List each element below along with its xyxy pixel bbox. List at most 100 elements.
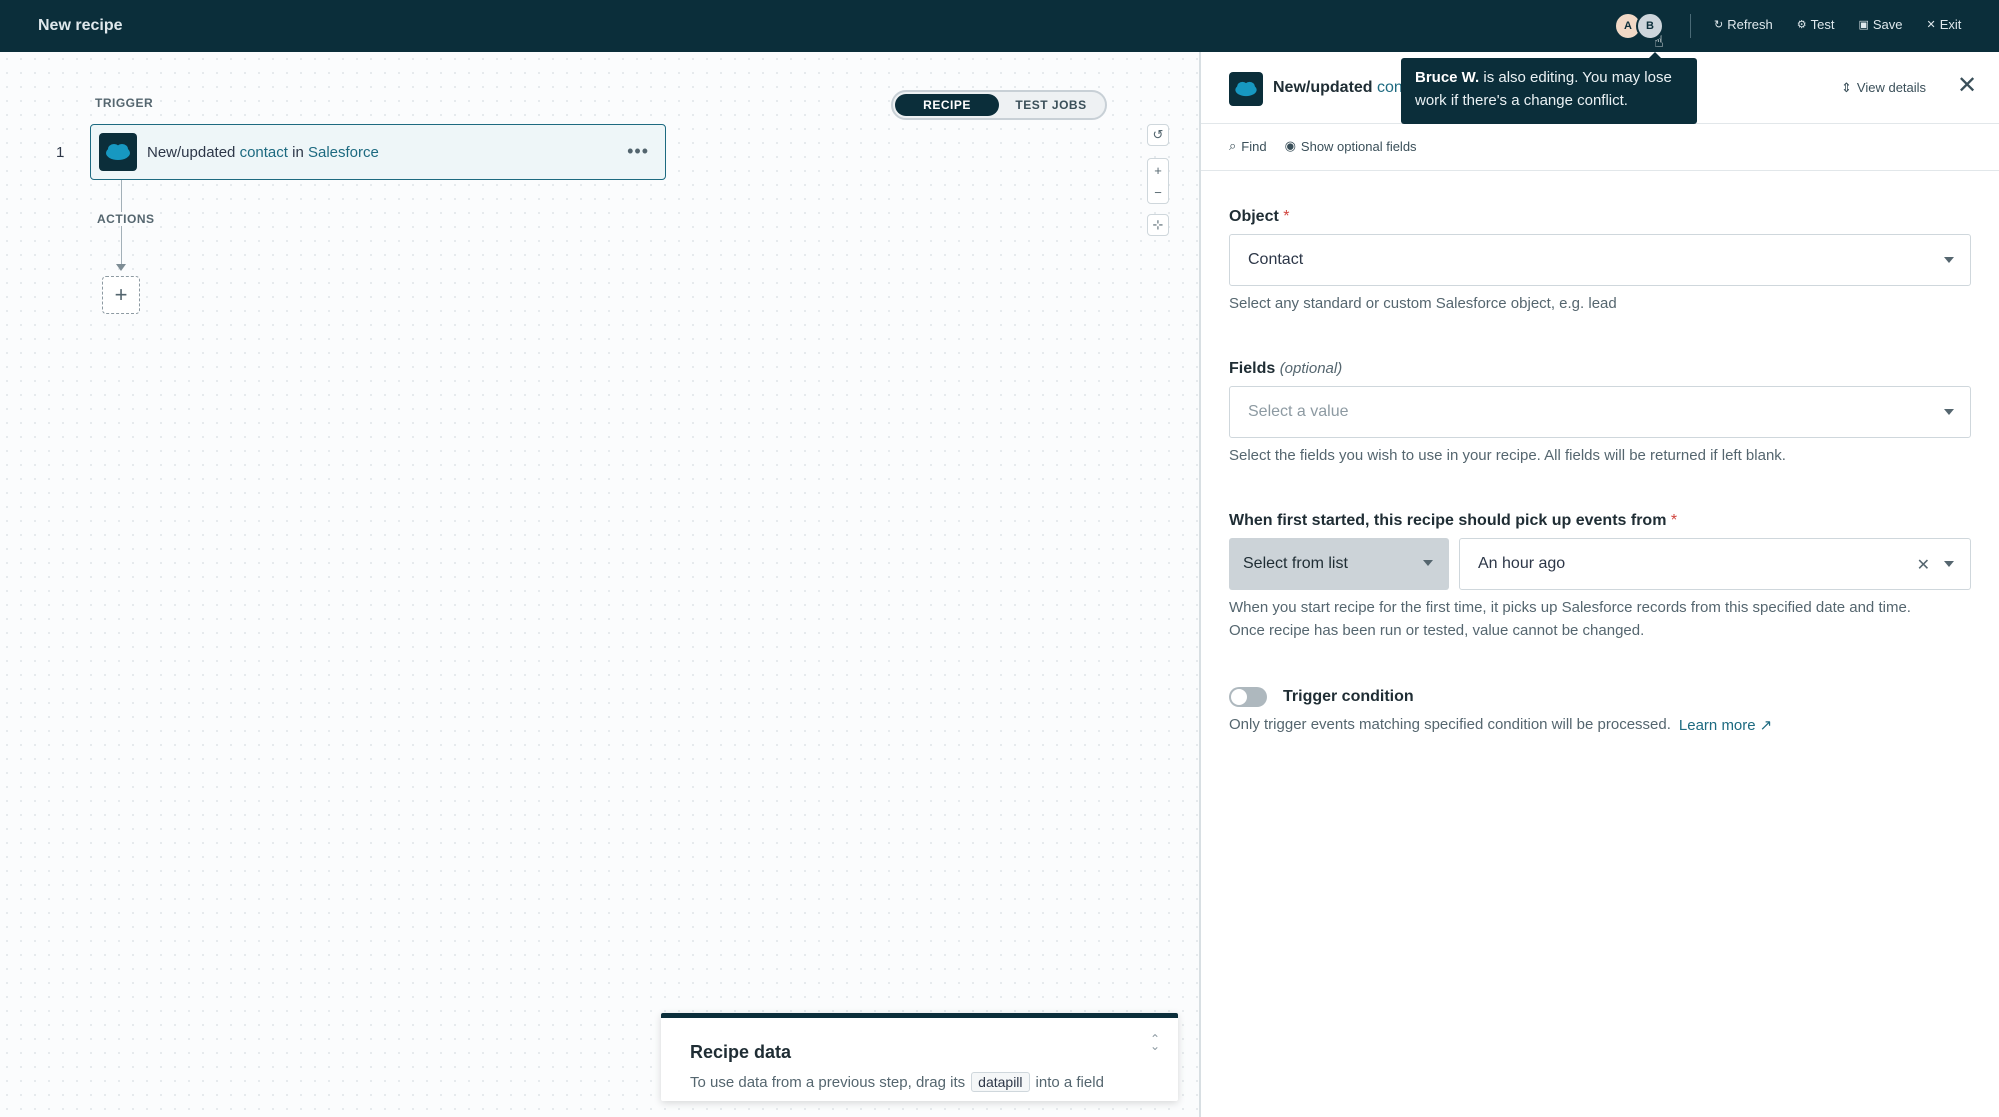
hint-text: into a field <box>1035 1073 1104 1091</box>
plus-icon: + <box>114 282 128 307</box>
eye-icon: ◉ <box>1284 138 1296 153</box>
since-field-label: When first started, this recipe should p… <box>1229 512 1677 530</box>
exit-label: Exit <box>1939 17 1962 32</box>
since-value: An hour ago <box>1478 555 1566 572</box>
chevron-down-icon <box>1423 560 1433 566</box>
trigger-description: New/updated contact in Salesforce <box>147 144 379 161</box>
sort-icon: ⇕ <box>1841 80 1852 95</box>
show-optional-fields-button[interactable]: ◉ Show optional fields <box>1285 138 1417 154</box>
recipe-data-title: Recipe data <box>690 1042 792 1062</box>
tab-recipe[interactable]: RECIPE <box>895 94 999 116</box>
external-link-icon: ↗ <box>1759 717 1773 734</box>
collaborator-name: Bruce W. <box>1415 69 1480 86</box>
trigger-condition-toggle[interactable] <box>1229 687 1267 707</box>
save-icon: ▣ <box>1858 19 1869 31</box>
chevron-down-icon <box>1944 409 1954 415</box>
trigger-object: contact <box>239 143 288 161</box>
since-help-line: Once recipe has been run or tested, valu… <box>1229 622 1645 639</box>
step-number: 1 <box>56 144 65 161</box>
toggle-knob <box>1231 689 1247 705</box>
hint-text: To use data from a previous step, drag i… <box>690 1073 966 1091</box>
recipe-data-hint: To use data from a previous step, drag i… <box>690 1072 1104 1092</box>
fields-placeholder: Select a value <box>1248 403 1349 420</box>
since-value-select[interactable]: An hour ago ✕ <box>1459 538 1971 590</box>
object-help: Select any standard or custom Salesforce… <box>1229 295 1617 312</box>
step-config-panel: New/updated cont ⇕ View details ✕ ⌕ Find… <box>1199 52 1999 1117</box>
since-help-line: When you start recipe for the first time… <box>1229 599 1911 616</box>
view-details-label: View details <box>1856 80 1927 95</box>
tab-test-jobs[interactable]: TEST JOBS <box>999 94 1103 116</box>
find-label: Find <box>1241 138 1267 154</box>
since-help: When you start recipe for the first time… <box>1229 596 1911 642</box>
plus-icon: + <box>1154 162 1162 178</box>
test-label: Test <box>1810 17 1835 32</box>
clear-icon[interactable]: ✕ <box>1917 555 1930 575</box>
learn-more-link[interactable]: Learn more ↗ <box>1679 716 1773 735</box>
since-label-text: When first started, this recipe should p… <box>1229 512 1667 529</box>
recipe-data-panel[interactable]: Recipe data To use data from a previous … <box>661 1013 1178 1101</box>
divider <box>1201 170 1999 171</box>
trigger-step-card[interactable]: New/updated contact in Salesforce ••• <box>90 124 666 180</box>
view-tabs: RECIPE TEST JOBS <box>891 90 1107 120</box>
trigger-middle: in <box>292 143 304 161</box>
fields-label-text: Fields <box>1229 360 1276 377</box>
datapill-example: datapill <box>971 1072 1030 1092</box>
gear-icon: ⚙ <box>1796 19 1807 31</box>
top-bar: New recipe A B ☝ ↻ Refresh ⚙ Test ▣ Save… <box>0 0 1999 52</box>
view-details-button[interactable]: ⇕ View details <box>1841 80 1926 96</box>
minus-icon: − <box>1154 184 1162 200</box>
connector-line <box>121 234 122 264</box>
mode-value: Select from list <box>1243 555 1348 572</box>
required-marker: * <box>1670 512 1678 529</box>
exit-button[interactable]: ✕ Exit <box>1927 17 1962 32</box>
fields-select[interactable]: Select a value <box>1229 386 1971 438</box>
required-marker: * <box>1283 208 1290 225</box>
zoom-group: + − <box>1147 158 1169 204</box>
condition-help-text: Only trigger events matching specified c… <box>1229 716 1671 733</box>
actions-label: ACTIONS <box>95 212 157 226</box>
panel-title: New/updated cont <box>1273 79 1407 97</box>
trigger-app: Salesforce <box>307 143 379 161</box>
zoom-out-button[interactable]: − <box>1148 181 1168 203</box>
header-actions: ↻ Refresh ⚙ Test ▣ Save ✕ Exit <box>1714 17 1961 32</box>
add-step-button[interactable]: + <box>102 276 140 314</box>
input-mode-select[interactable]: Select from list <box>1229 538 1449 590</box>
object-value: Contact <box>1248 251 1304 268</box>
recipe-canvas[interactable]: RECIPE TEST JOBS ↺ + − ⊹ TRIGGER 1 New/u… <box>0 52 1199 1117</box>
fields-field-label: Fields (optional) <box>1229 360 1342 378</box>
chevron-down-icon <box>1944 257 1954 263</box>
refresh-icon: ↻ <box>1714 19 1724 31</box>
panel-title-prefix: New/updated <box>1273 79 1373 96</box>
more-options-button[interactable]: ••• <box>627 141 649 162</box>
close-icon: ✕ <box>1926 19 1936 31</box>
save-button[interactable]: ▣ Save <box>1858 17 1902 32</box>
search-icon: ⌕ <box>1229 138 1237 153</box>
object-label-text: Object <box>1229 208 1279 225</box>
trigger-condition-help: Only trigger events matching specified c… <box>1229 716 1772 734</box>
fit-screen-icon: ⊹ <box>1152 217 1164 232</box>
divider <box>1690 14 1691 38</box>
panel-tools: ⌕ Find ◉ Show optional fields <box>1229 138 1417 154</box>
salesforce-logo-icon <box>99 133 137 171</box>
close-panel-button[interactable]: ✕ <box>1957 74 1977 98</box>
reset-view-button[interactable]: ↺ <box>1147 124 1169 146</box>
collaborator-tooltip: Bruce W. is also editing. You may lose w… <box>1401 52 1697 124</box>
reset-icon: ↺ <box>1152 127 1164 142</box>
trigger-label: TRIGGER <box>95 96 154 110</box>
fit-view-button[interactable]: ⊹ <box>1147 214 1169 236</box>
ellipsis-icon: ••• <box>627 141 649 161</box>
object-field-label: Object * <box>1229 208 1289 226</box>
optional-marker: (optional) <box>1279 360 1343 377</box>
expand-collapse-icon[interactable]: ⌃ ⌄ <box>1150 1033 1160 1052</box>
find-button[interactable]: ⌕ Find <box>1229 138 1267 154</box>
object-select[interactable]: Contact <box>1229 234 1971 286</box>
salesforce-logo-icon <box>1229 72 1263 106</box>
refresh-button[interactable]: ↻ Refresh <box>1714 17 1773 32</box>
test-button[interactable]: ⚙ Test <box>1797 17 1835 32</box>
optional-label: Show optional fields <box>1300 138 1417 154</box>
pointer-cursor-icon: ☝ <box>1654 34 1664 51</box>
trigger-condition-label: Trigger condition <box>1283 688 1414 705</box>
close-icon: ✕ <box>1957 72 1978 99</box>
app-title: New recipe <box>38 17 123 34</box>
zoom-in-button[interactable]: + <box>1148 159 1168 181</box>
